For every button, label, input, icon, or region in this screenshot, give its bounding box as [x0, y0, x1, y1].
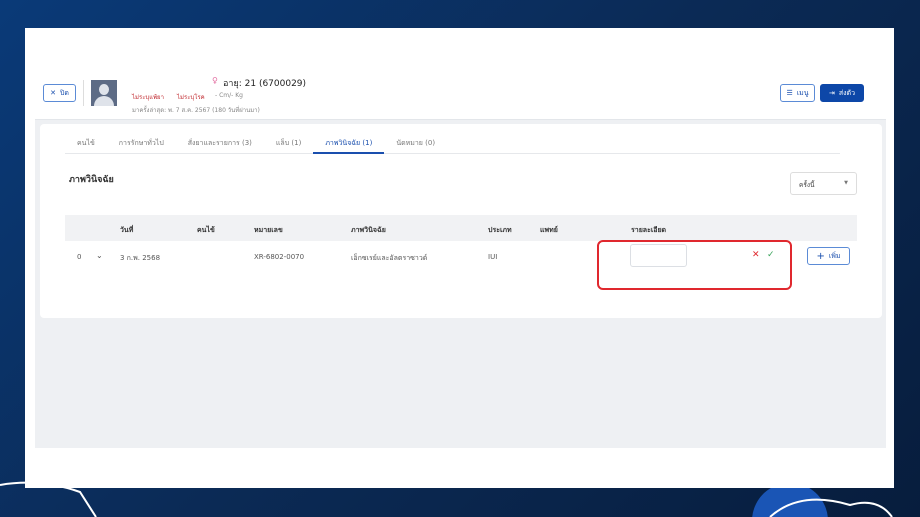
confirm-check-icon[interactable]: ✓: [767, 250, 775, 260]
section-title: ภาพวินิจฉัย: [69, 175, 114, 185]
content-card: คนไข้ การรักษาทั่วไป สั่งยาและรายการ (3)…: [40, 124, 882, 318]
col-doctor: แพทย์: [540, 226, 558, 234]
refer-button[interactable]: ⇥ ส่งตัว: [820, 84, 864, 102]
tab-general-treatment[interactable]: การรักษาทั่วไป: [107, 132, 176, 154]
tab-bar: คนไข้ การรักษาทั่วไป สั่งยาและรายการ (3)…: [65, 132, 840, 154]
col-number: หมายเลข: [254, 226, 283, 234]
cancel-icon[interactable]: ✕: [752, 250, 760, 260]
close-button[interactable]: ✕ ปิด: [43, 84, 76, 102]
patient-age: อายุ: 21 (6700029): [223, 79, 307, 89]
divider: [83, 80, 84, 106]
close-icon: ✕: [50, 89, 56, 97]
row-number: XR-6802-0070: [254, 253, 305, 261]
col-type: ประเภท: [488, 226, 512, 234]
tab-imaging[interactable]: ภาพวินิจฉัย (1): [313, 132, 385, 154]
patient-header: ✕ ปิด ♀ อายุ: 21 (6700029) ไม่ระบุแพ้ยา ไ…: [35, 68, 886, 120]
menu-button[interactable]: ☰ เมนู: [780, 84, 815, 102]
plus-icon: +: [816, 250, 825, 262]
chevron-down-icon[interactable]: ⌄: [96, 251, 103, 260]
table-header: วันที่ คนไข้ หมายเลข ภาพวินิจฉัย ประเภท …: [65, 215, 857, 241]
caret-down-icon: ▼: [844, 180, 848, 186]
screen: ✕ ปิด ♀ อายุ: 21 (6700029) ไม่ระบุแพ้ยา ไ…: [25, 28, 894, 488]
tab-lab[interactable]: แล็บ (1): [264, 132, 313, 154]
row-imaging: เอ็กซเรย์และอัลตราซาวด์: [351, 254, 428, 262]
add-button[interactable]: + เพิ่ม: [807, 247, 850, 265]
row-type: IUI: [488, 253, 498, 261]
last-visit: มาครั้งล่าสุด: พ. 7 ส.ค. 2567 (180 วันที…: [132, 107, 260, 114]
col-date: วันที่: [120, 226, 134, 234]
col-imaging: ภาพวินิจฉัย: [351, 226, 386, 234]
col-detail: รายละเอียด: [631, 226, 667, 234]
row-index: 0: [77, 253, 82, 261]
menu-icon: ☰: [786, 89, 793, 97]
filter-value: ครั้งนี้: [799, 181, 815, 189]
tab-patient[interactable]: คนไข้: [65, 132, 107, 154]
col-patient: คนไข้: [197, 226, 215, 234]
add-label: เพิ่ม: [828, 251, 841, 260]
app-window: ✕ ปิด ♀ อายุ: 21 (6700029) ไม่ระบุแพ้ยา ไ…: [35, 68, 886, 448]
allergy-badge: ไม่ระบุแพ้ยา: [132, 94, 164, 101]
disease-badge: ไม่ระบุโรค: [177, 94, 205, 101]
tab-appointments[interactable]: นัดหมาย (0): [384, 132, 447, 154]
female-icon: ♀: [212, 76, 218, 85]
tab-orders[interactable]: สั่งยาและรายการ (3): [176, 132, 264, 154]
menu-label: เมนู: [796, 88, 809, 97]
highlight-box: [597, 240, 792, 290]
close-label: ปิด: [59, 88, 69, 97]
avatar: [91, 80, 117, 106]
logout-icon: ⇥: [828, 89, 835, 97]
visit-filter-select[interactable]: ครั้งนี้ ▼: [790, 172, 857, 195]
row-date: 3 ก.พ. 2568: [120, 254, 161, 262]
body-measure: - Cm/- Kg: [215, 92, 243, 99]
refer-label: ส่งตัว: [838, 88, 856, 97]
detail-input[interactable]: [630, 244, 687, 267]
